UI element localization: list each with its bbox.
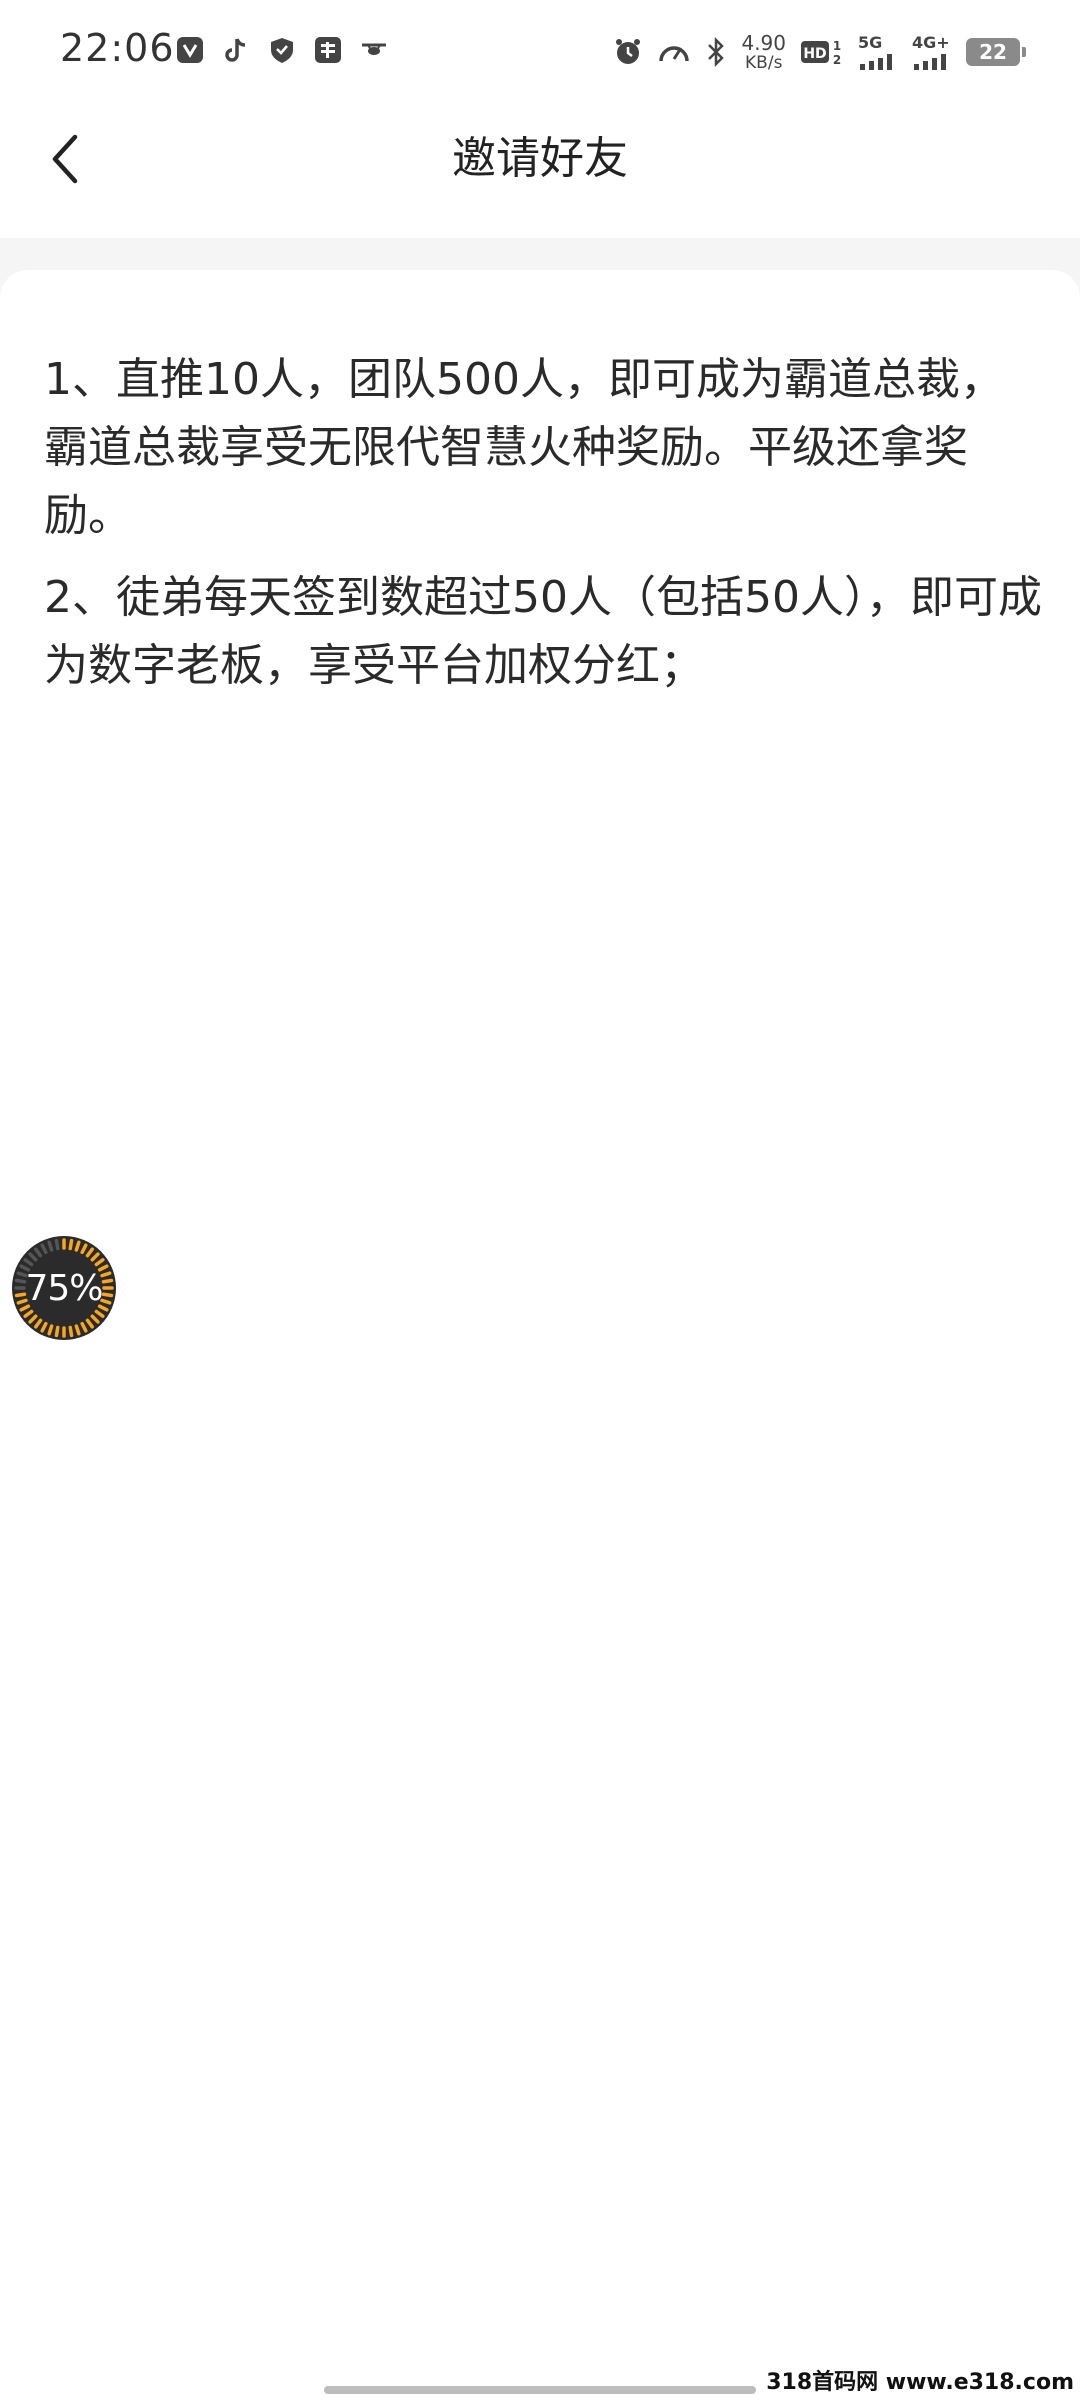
rule-list: 1、直推10人，团队500人，即可成为霸道总裁，霸道总裁享受无限代智慧火种奖励。… [44, 346, 1044, 714]
progress-label: 75% [25, 1267, 103, 1309]
watermark: 318首码网 www.e318.com [766, 2370, 1074, 2395]
svg-text:HD: HD [803, 46, 826, 62]
vpn-shield-icon [266, 34, 298, 66]
notification-icons [174, 34, 390, 66]
page-title: 邀请好友 [452, 133, 628, 184]
hd-voice-icon: HD 1 2 [800, 37, 844, 67]
taobao-icon [312, 34, 344, 66]
nav-header: 邀请好友 [0, 104, 1080, 238]
status-indicators: 4.90 KB/s HD 1 2 5G 4G+ 22 [613, 26, 1026, 78]
shield-app-icon [174, 34, 206, 66]
home-indicator[interactable] [324, 2386, 756, 2394]
rule-item-2: 2、徒弟每天签到数超过50人（包括50人），即可成为数字老板，享受平台加权分红； [44, 572, 1042, 691]
tiktok-icon [220, 34, 252, 66]
sim1-signal: 5G [858, 34, 898, 70]
speedometer-icon [657, 37, 691, 67]
rules-card: 1、直推10人，团队500人，即可成为霸道总裁，霸道总裁享受无限代智慧火种奖励。… [0, 270, 1080, 2400]
signal-bars-icon [860, 53, 892, 70]
status-time: 22:06 [60, 26, 175, 70]
bluetooth-icon [705, 37, 727, 67]
status-bar: 22:06 4.90 KB/s HD 1 2 5G 4G+ 22 [0, 0, 1080, 104]
drone-icon [358, 34, 390, 66]
alarm-icon [613, 37, 643, 67]
svg-text:2: 2 [833, 53, 841, 67]
floating-progress-badge[interactable]: 75% [10, 1234, 118, 1342]
rule-item-1: 1、直推10人，团队500人，即可成为霸道总裁，霸道总裁享受无限代智慧火种奖励。… [44, 354, 1004, 541]
network-speed: 4.90 KB/s [741, 30, 786, 73]
sim2-signal: 4G+ [912, 34, 952, 70]
svg-text:1: 1 [833, 39, 841, 53]
battery-icon: 22 [966, 38, 1026, 66]
signal-bars-icon [914, 53, 946, 70]
